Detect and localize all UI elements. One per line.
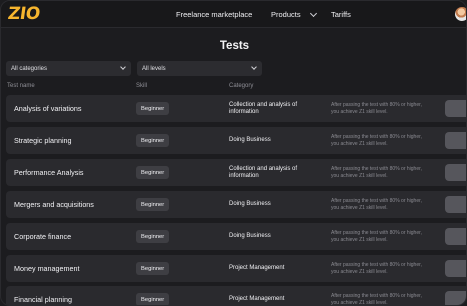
app-window: ZIO Freelance marketplace Products Tarif… xyxy=(0,0,467,306)
column-header-test-name: Test name xyxy=(7,83,35,89)
test-name: Performance Analysis xyxy=(14,168,84,177)
level-filter-select[interactable]: All levels xyxy=(137,61,262,76)
chevron-down-icon xyxy=(120,64,126,70)
chevron-down-icon xyxy=(309,9,317,17)
page-title: Tests xyxy=(219,40,250,52)
take-test-button[interactable] xyxy=(445,132,466,149)
take-test-button[interactable] xyxy=(445,260,466,277)
test-name: Analysis of variations xyxy=(14,104,82,113)
test-note: After passing the test with 80% or highe… xyxy=(331,262,422,275)
skill-badge: Beginner xyxy=(136,262,170,275)
test-name: Money management xyxy=(14,264,80,273)
skill-badge: Beginner xyxy=(136,293,170,305)
test-category: Doing Business xyxy=(229,201,271,207)
take-test-button[interactable] xyxy=(445,228,466,245)
test-category: Doing Business xyxy=(229,137,271,143)
test-name: Strategic planning xyxy=(14,136,72,145)
skill-badge: Beginner xyxy=(136,198,170,211)
logo[interactable]: ZIO xyxy=(6,4,42,24)
category-filter-select[interactable]: All categories xyxy=(6,61,131,76)
table-row[interactable]: Strategic planning Beginner Doing Busine… xyxy=(6,127,466,154)
test-category: Collection and analysis of information xyxy=(229,165,298,179)
nav-freelance-marketplace[interactable]: Freelance marketplace xyxy=(176,1,252,28)
test-note: After passing the test with 80% or highe… xyxy=(331,230,422,243)
avatar[interactable] xyxy=(455,7,466,21)
column-header-skill: Skill xyxy=(136,83,148,89)
table-row[interactable]: Corporate finance Beginner Doing Busines… xyxy=(6,223,466,250)
skill-badge: Beginner xyxy=(136,102,170,115)
nav-products-label: Products xyxy=(271,10,301,19)
test-category: Collection and analysis of information xyxy=(229,101,298,115)
take-test-button[interactable] xyxy=(445,291,466,305)
test-note: After passing the test with 80% or highe… xyxy=(331,166,422,179)
take-test-button[interactable] xyxy=(445,164,466,181)
nav-tariffs[interactable]: Tariffs xyxy=(331,1,351,28)
category-filter-value: All categories xyxy=(11,65,48,72)
table-row[interactable]: Financial planning Beginner Project Mana… xyxy=(6,286,466,306)
skill-badge: Beginner xyxy=(136,230,170,243)
test-name: Mergers and acquisitions xyxy=(14,200,94,209)
test-name: Corporate finance xyxy=(14,232,72,241)
test-note: After passing the test with 80% or highe… xyxy=(331,293,422,306)
take-test-button[interactable] xyxy=(445,100,466,117)
test-category: Project Management xyxy=(229,296,285,302)
test-note: After passing the test with 80% or highe… xyxy=(331,134,422,147)
table-row[interactable]: Analysis of variations Beginner Collecti… xyxy=(6,95,466,122)
test-category: Project Management xyxy=(229,265,285,271)
table-row[interactable]: Mergers and acquisitions Beginner Doing … xyxy=(6,191,466,218)
test-category: Doing Business xyxy=(229,233,271,239)
test-note: After passing the test with 80% or highe… xyxy=(331,102,422,115)
top-nav-bar: ZIO Freelance marketplace Products Tarif… xyxy=(1,1,466,28)
column-header-category: Category xyxy=(229,83,254,89)
take-test-button[interactable] xyxy=(445,196,466,213)
level-filter-value: All levels xyxy=(142,65,166,72)
test-note: After passing the test with 80% or highe… xyxy=(331,198,422,211)
logo-text: ZIO xyxy=(6,4,42,24)
nav-products[interactable]: Products xyxy=(271,1,317,28)
skill-badge: Beginner xyxy=(136,134,170,147)
table-row[interactable]: Money management Beginner Project Manage… xyxy=(6,255,466,282)
table-row[interactable]: Performance Analysis Beginner Collection… xyxy=(6,159,466,186)
chevron-down-icon xyxy=(251,64,257,70)
test-name: Financial planning xyxy=(14,295,72,304)
skill-badge: Beginner xyxy=(136,166,170,179)
